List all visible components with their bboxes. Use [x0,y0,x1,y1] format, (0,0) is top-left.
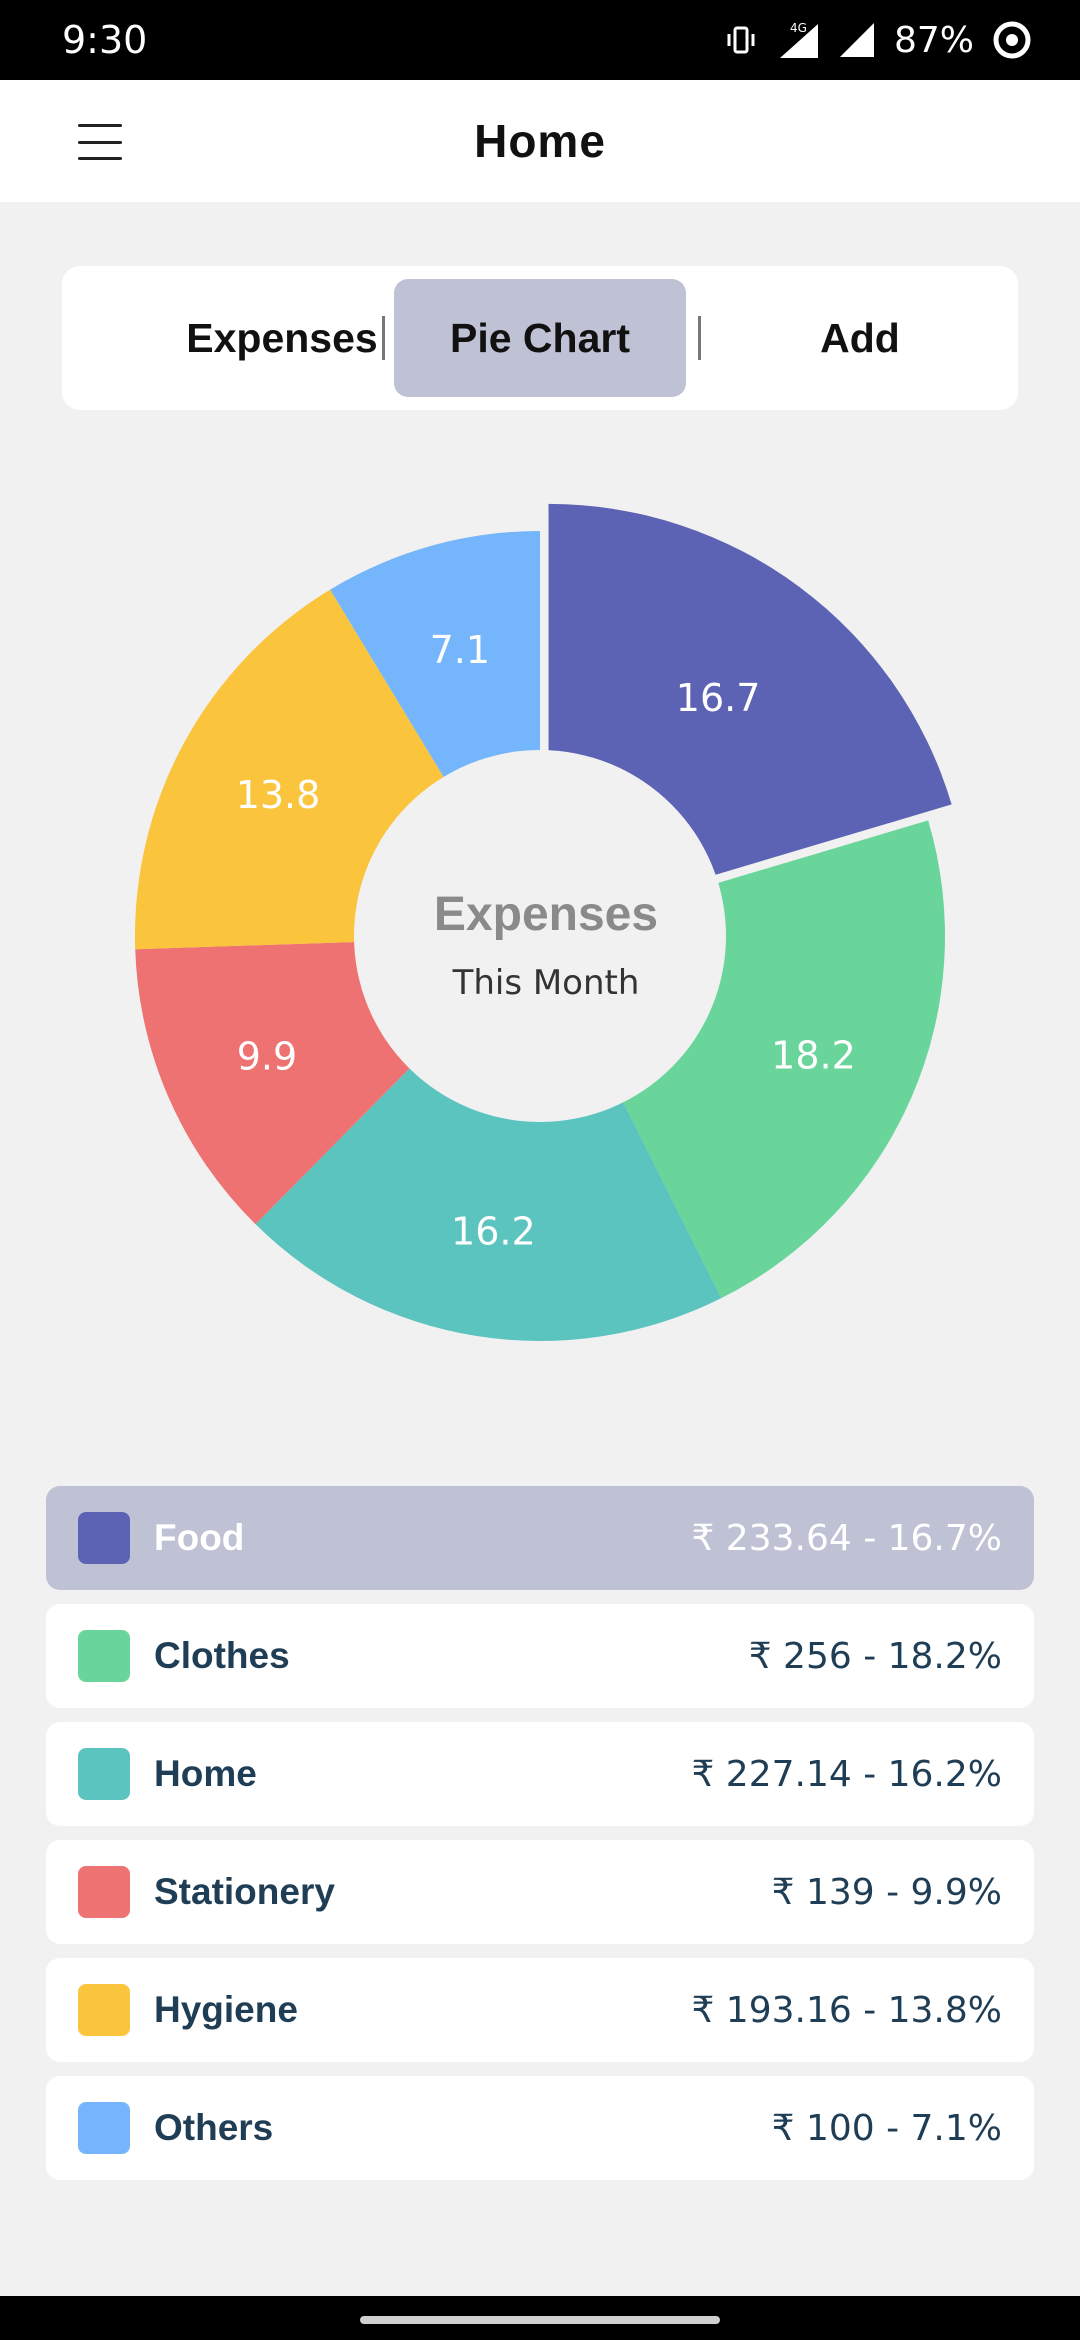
category-amount: ₹ 233.64 - 16.7% [691,1517,1002,1559]
category-name: Hygiene [154,1989,298,2030]
color-swatch [78,2102,130,2154]
legend-item-food[interactable]: Food ₹ 233.64 - 16.7% [46,1486,1034,1590]
home-gesture-handle[interactable] [360,2316,720,2324]
category-amount: ₹ 256 - 18.2% [748,1635,1002,1677]
pie-data-label: 7.1 [430,628,490,672]
color-swatch [78,1866,130,1918]
legend-item-home[interactable]: Home ₹ 227.14 - 16.2% [46,1722,1034,1826]
category-name: Home [154,1753,257,1794]
pie-data-label: 9.9 [237,1034,297,1078]
expenses-donut-chart[interactable]: 16.7 18.2 16.2 9.9 13.8 7.1 Expenses This Mon… [0,0,1080,1400]
category-amount: ₹ 227.14 - 16.2% [691,1753,1002,1795]
color-swatch [78,1512,130,1564]
legend-item-others[interactable]: Others ₹ 100 - 7.1% [46,2076,1034,2180]
pie-data-label: 13.8 [236,773,321,817]
category-name: Clothes [154,1635,290,1676]
chart-center-title: Expenses [434,888,658,941]
category-name: Others [154,2107,274,2148]
color-swatch [78,1748,130,1800]
category-legend-list: Food ₹ 233.64 - 16.7% Clothes ₹ 256 - 18… [46,1486,1034,2194]
pie-data-label: 16.7 [676,676,761,720]
category-amount: ₹ 139 - 9.9% [771,1871,1002,1913]
legend-item-clothes[interactable]: Clothes ₹ 256 - 18.2% [46,1604,1034,1708]
chart-center-subtitle: This Month [452,963,640,1003]
color-swatch [78,1984,130,2036]
category-name: Stationery [154,1871,335,1912]
legend-item-hygiene[interactable]: Hygiene ₹ 193.16 - 13.8% [46,1958,1034,2062]
pie-data-label: 16.2 [451,1209,536,1253]
category-amount: ₹ 100 - 7.1% [771,2107,1002,2149]
category-name: Food [154,1517,245,1558]
category-amount: ₹ 193.16 - 13.8% [691,1989,1002,2031]
legend-item-stationery[interactable]: Stationery ₹ 139 - 9.9% [46,1840,1034,1944]
pie-data-label: 18.2 [771,1033,856,1077]
color-swatch [78,1630,130,1682]
